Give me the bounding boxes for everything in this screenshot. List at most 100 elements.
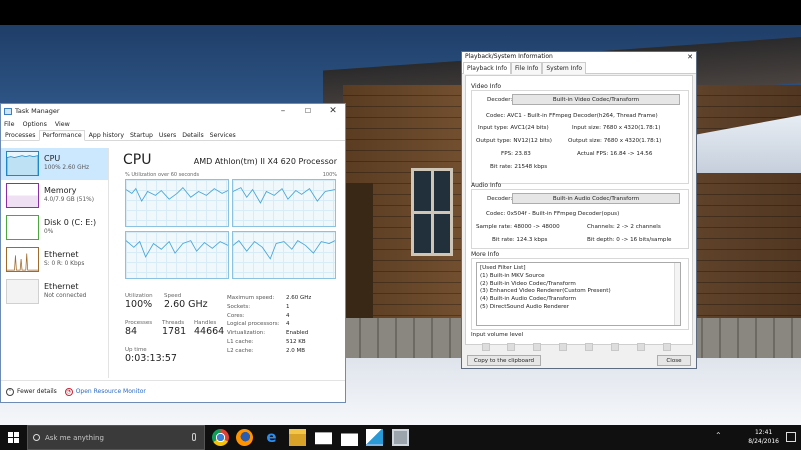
cpu-specs: Maximum speed: 2.60 GHz Sockets: 1 Cores: 4… [227, 294, 339, 356]
menu-view[interactable]: View [55, 121, 70, 128]
tab-performance[interactable]: Performance [39, 130, 85, 141]
spec-label: Virtualization: [227, 330, 266, 337]
list-item: (1) Built-in MKV Source [480, 272, 545, 279]
volume-meter-block [559, 343, 567, 351]
list-item: (2) Built-in Video Codec/Transform [480, 280, 576, 287]
video-output-type: Output type: NV12(12 bits) [476, 138, 552, 144]
core-graph-3 [125, 231, 229, 279]
filter-list[interactable]: [Used Filter List] (1) Built-in MKV Sour… [476, 262, 681, 326]
playback-dialog-titlebar[interactable]: Playback/System Information ✕ [462, 52, 696, 62]
task-manager-title: Task Manager [15, 107, 60, 115]
tab-details[interactable]: Details [180, 130, 205, 141]
sidebar-cpu-name: CPU [44, 154, 61, 163]
stat-processes: Processes 84 [125, 320, 152, 337]
audio-sample-rate: Sample rate: 48000 -> 48000 [476, 224, 560, 230]
stat-utilization-value: 100% [125, 299, 153, 310]
audio-codec: Codec: 0x504f - Built-in FFmpeg Decoder(… [486, 211, 620, 217]
close-icon[interactable]: ✕ [321, 104, 345, 119]
spec-row: Cores: 4 [227, 312, 339, 321]
audio-decoder-button[interactable]: Built-in Audio Codec/Transform [512, 193, 680, 204]
input-volume-label: Input volume level [471, 332, 524, 338]
sidebar-disk-name: Disk 0 (C: E:) [44, 218, 97, 227]
video-fps: FPS: 23.83 [501, 151, 531, 157]
chrome-icon[interactable] [212, 429, 229, 446]
sidebar-ethernet-1-name: Ethernet [44, 250, 79, 259]
playback-info-dialog: Playback/System Information ✕ Playback I… [461, 51, 697, 369]
store-icon[interactable] [341, 429, 358, 446]
file-explorer-icon[interactable] [289, 429, 306, 446]
video-input-type: Input type: AVC1(24 bits) [478, 125, 549, 131]
sidebar-disk-sub: 0% [44, 229, 54, 235]
list-item: (4) Built-in Audio Codec/Transform [480, 296, 577, 303]
spec-label: L2 cache: [227, 347, 254, 354]
task-manager-taskbar-icon[interactable] [392, 429, 409, 446]
sidebar-item-cpu[interactable]: CPU 100% 2.60 GHz [1, 148, 108, 180]
sidebar-cpu-sub: 100% 2.60 GHz [44, 165, 90, 171]
microphone-icon[interactable] [192, 433, 196, 441]
spec-value: 2.60 GHz [286, 295, 312, 301]
spec-value: 512 KB [286, 338, 306, 345]
maximize-icon[interactable]: ☐ [296, 104, 320, 119]
video-decoder-button[interactable]: Built-in Video Codec/Transform [512, 94, 680, 105]
volume-meter-block [507, 343, 515, 351]
resource-monitor-link[interactable]: ◔ Open Resource Monitor [64, 387, 146, 396]
volume-meter-block [533, 343, 541, 351]
minimize-icon[interactable]: – [271, 104, 295, 119]
menu-file[interactable]: File [4, 121, 15, 128]
tab-app-history[interactable]: App history [87, 130, 126, 141]
action-center-icon[interactable] [786, 432, 796, 442]
video-output-size: Output size: 7680 x 4320(1.78:1) [568, 138, 662, 144]
sidebar-item-ethernet-1[interactable]: Ethernet S: 0 R: 0 Kbps [1, 244, 108, 276]
playback-tabs: Playback Info File Info System Info [462, 62, 696, 74]
spec-row: L2 cache: 2.0 MB [227, 347, 339, 356]
menu-options[interactable]: Options [23, 121, 47, 128]
close-button[interactable]: Close [657, 355, 691, 366]
tab-users[interactable]: Users [157, 130, 178, 141]
filter-list-scrollbar[interactable] [674, 263, 680, 325]
clock-date: 8/24/2016 [748, 438, 779, 445]
tab-processes[interactable]: Processes [3, 130, 38, 141]
show-hidden-icons-chevron-icon[interactable]: ⌃ [715, 431, 722, 440]
start-button[interactable] [0, 425, 27, 450]
fewer-details-link[interactable]: Fewer details [17, 388, 57, 395]
screen: Task Manager – ☐ ✕ File Options View Pro… [0, 0, 801, 450]
spec-label: Maximum speed: [227, 295, 275, 301]
task-manager-footer: ⌃ Fewer details ◔ Open Resource Monitor [1, 380, 345, 402]
sidebar-memory-sub: 4.0/7.9 GB (51%) [44, 197, 94, 203]
spec-value: 1 [286, 303, 290, 310]
audio-channels: Channels: 2 -> 2 channels [587, 224, 661, 230]
audio-decoder-label: Decoder: [487, 196, 513, 202]
spec-row: Virtualization: Enabled [227, 329, 339, 338]
tab-file-info[interactable]: File Info [511, 62, 543, 74]
task-manager-titlebar[interactable]: Task Manager – ☐ ✕ [1, 104, 345, 119]
edge-icon[interactable]: e [263, 429, 280, 446]
video-input-size: Input size: 7680 x 4320(1.78:1) [572, 125, 661, 131]
close-icon[interactable]: ✕ [687, 52, 693, 62]
tab-services[interactable]: Services [208, 130, 238, 141]
media-player-icon[interactable] [366, 429, 383, 446]
sidebar-item-disk[interactable]: Disk 0 (C: E:) 0% [1, 212, 108, 244]
task-manager-menubar: File Options View [1, 119, 345, 130]
sidebar-item-ethernet-2[interactable]: Ethernet Not connected [1, 276, 108, 308]
more-info-heading: More Info [471, 251, 500, 258]
search-box[interactable]: Ask me anything [27, 425, 205, 450]
sidebar-memory-name: Memory [44, 186, 77, 195]
clock[interactable]: 12:41 8/24/2016 [748, 428, 779, 446]
firefox-icon[interactable] [236, 429, 253, 446]
resource-monitor-label: Open Resource Monitor [75, 388, 146, 395]
audio-info-heading: Audio Info [471, 182, 502, 189]
tab-system-info[interactable]: System Info [542, 62, 586, 74]
copy-to-clipboard-button[interactable]: Copy to the clipboard [467, 355, 541, 366]
utilization-max-label: 100% [322, 172, 337, 178]
volume-meter-block [637, 343, 645, 351]
house-door [343, 183, 373, 323]
mail-icon[interactable] [315, 432, 332, 445]
chevron-up-icon[interactable]: ⌃ [6, 387, 14, 396]
tab-startup[interactable]: Startup [128, 130, 155, 141]
list-item: (3) Enhanced Video Renderer(Custom Prese… [480, 288, 611, 295]
sidebar-item-memory[interactable]: Memory 4.0/7.9 GB (51%) [1, 180, 108, 212]
processor-name: AMD Athlon(tm) II X4 620 Processor [193, 157, 337, 166]
tab-playback-info[interactable]: Playback Info [463, 62, 512, 74]
sidebar-ethernet-2-name: Ethernet [44, 282, 79, 291]
video-info-heading: Video Info [471, 83, 502, 90]
